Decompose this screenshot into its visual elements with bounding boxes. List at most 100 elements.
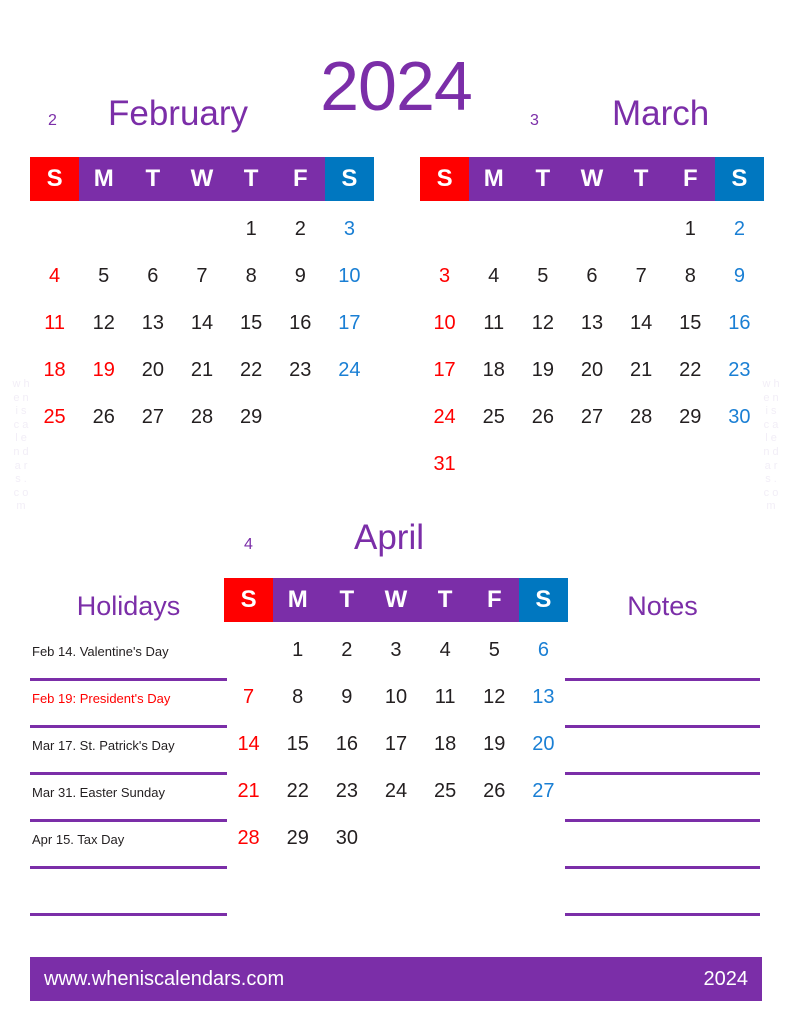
day-cell[interactable]: 15 [273,720,322,767]
day-cell[interactable]: 20 [128,346,177,393]
day-cell[interactable]: 8 [666,252,715,299]
day-cell[interactable]: 22 [227,346,276,393]
day-cell[interactable]: 2 [322,626,371,673]
day-cell[interactable]: 4 [421,626,470,673]
day-cell[interactable]: 2 [276,205,325,252]
holiday-row[interactable]: Mar 17. St. Patrick's Day [30,728,227,775]
day-cell[interactable]: 22 [273,767,322,814]
day-cell[interactable]: 14 [224,720,273,767]
day-cell[interactable]: 26 [518,393,567,440]
day-cell[interactable]: 30 [715,393,764,440]
day-cell[interactable]: 28 [617,393,666,440]
day-cell[interactable]: 1 [227,205,276,252]
day-cell[interactable]: 5 [79,252,128,299]
day-cell[interactable]: 30 [322,814,371,861]
day-cell[interactable]: 12 [518,299,567,346]
day-cell[interactable]: 20 [519,720,568,767]
day-cell[interactable]: 31 [420,440,469,487]
day-cell[interactable]: 29 [227,393,276,440]
day-cell[interactable]: 7 [617,252,666,299]
day-cell[interactable]: 10 [371,673,420,720]
day-cell[interactable]: 7 [177,252,226,299]
day-cell[interactable]: 22 [666,346,715,393]
day-cell[interactable]: 3 [371,626,420,673]
day-cell[interactable]: 18 [421,720,470,767]
day-cell[interactable]: 10 [420,299,469,346]
day-cell[interactable]: 16 [276,299,325,346]
day-cell[interactable]: 27 [567,393,616,440]
day-cell[interactable]: 28 [177,393,226,440]
note-row[interactable] [565,775,760,822]
day-cell[interactable]: 1 [666,205,715,252]
day-cell[interactable]: 14 [617,299,666,346]
day-cell[interactable]: 25 [421,767,470,814]
day-cell[interactable]: 16 [322,720,371,767]
day-cell[interactable]: 18 [469,346,518,393]
note-row[interactable] [565,822,760,869]
day-cell[interactable]: 14 [177,299,226,346]
day-cell[interactable]: 23 [715,346,764,393]
day-cell[interactable]: 17 [371,720,420,767]
day-cell[interactable]: 10 [325,252,374,299]
day-cell[interactable]: 18 [30,346,79,393]
day-cell[interactable]: 15 [227,299,276,346]
day-cell[interactable]: 6 [128,252,177,299]
day-cell[interactable]: 12 [79,299,128,346]
day-cell[interactable]: 19 [470,720,519,767]
day-cell[interactable]: 21 [224,767,273,814]
day-cell[interactable]: 9 [715,252,764,299]
day-cell[interactable]: 17 [325,299,374,346]
day-cell[interactable]: 16 [715,299,764,346]
day-cell[interactable]: 24 [371,767,420,814]
day-cell[interactable]: 7 [224,673,273,720]
day-cell[interactable]: 6 [519,626,568,673]
day-cell[interactable]: 13 [128,299,177,346]
day-cell[interactable]: 9 [276,252,325,299]
day-cell[interactable]: 11 [469,299,518,346]
day-cell[interactable]: 20 [567,346,616,393]
day-cell[interactable]: 24 [420,393,469,440]
day-cell[interactable]: 8 [273,673,322,720]
day-cell[interactable]: 25 [469,393,518,440]
day-cell[interactable]: 11 [30,299,79,346]
day-cell[interactable]: 5 [470,626,519,673]
day-cell[interactable]: 29 [273,814,322,861]
day-cell[interactable]: 27 [519,767,568,814]
day-cell[interactable]: 2 [715,205,764,252]
day-cell[interactable]: 4 [30,252,79,299]
note-row[interactable] [565,634,760,681]
footer-url[interactable]: www.wheniscalendars.com [44,968,284,991]
day-cell[interactable]: 17 [420,346,469,393]
day-cell[interactable]: 8 [227,252,276,299]
day-cell[interactable]: 13 [519,673,568,720]
day-cell[interactable]: 9 [322,673,371,720]
day-cell[interactable]: 26 [79,393,128,440]
holiday-row[interactable] [30,869,227,916]
day-cell[interactable]: 19 [518,346,567,393]
note-row[interactable] [565,681,760,728]
day-cell[interactable]: 23 [276,346,325,393]
day-cell[interactable]: 25 [30,393,79,440]
day-cell[interactable]: 5 [518,252,567,299]
day-cell[interactable]: 24 [325,346,374,393]
holiday-row[interactable]: Feb 14. Valentine's Day [30,634,227,681]
day-cell[interactable]: 19 [79,346,128,393]
day-cell[interactable]: 11 [421,673,470,720]
holiday-row[interactable]: Apr 15. Tax Day [30,822,227,869]
day-cell[interactable]: 29 [666,393,715,440]
day-cell[interactable]: 6 [567,252,616,299]
day-cell[interactable]: 15 [666,299,715,346]
day-cell[interactable]: 3 [325,205,374,252]
holiday-row[interactable]: Feb 19: President's Day [30,681,227,728]
day-cell[interactable]: 26 [470,767,519,814]
day-cell[interactable]: 21 [177,346,226,393]
note-row[interactable] [565,869,760,916]
day-cell[interactable]: 3 [420,252,469,299]
day-cell[interactable]: 21 [617,346,666,393]
day-cell[interactable]: 28 [224,814,273,861]
note-row[interactable] [565,728,760,775]
day-cell[interactable]: 12 [470,673,519,720]
day-cell[interactable]: 23 [322,767,371,814]
day-cell[interactable]: 1 [273,626,322,673]
day-cell[interactable]: 4 [469,252,518,299]
